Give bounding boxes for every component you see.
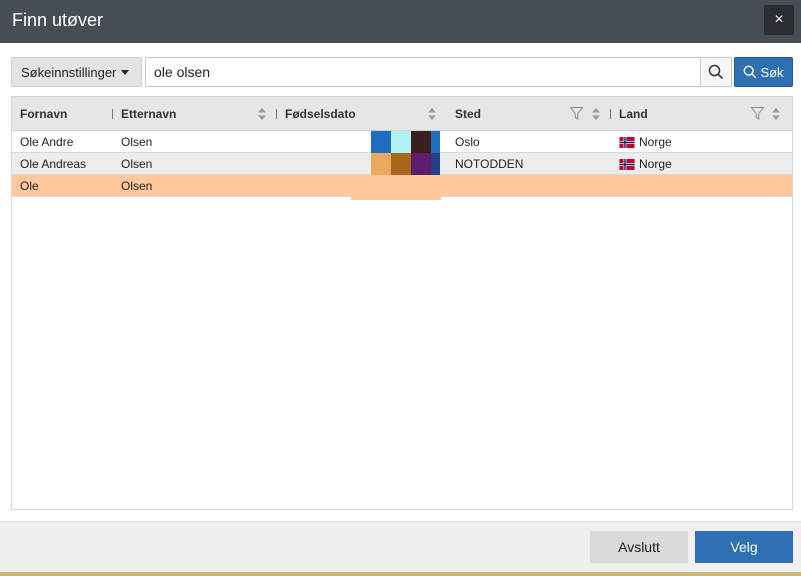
filter-icon[interactable] xyxy=(751,107,764,120)
cell-etternavn: Olsen xyxy=(121,157,153,171)
sort-icon[interactable] xyxy=(771,108,781,120)
cell-etternavn: Olsen xyxy=(121,179,153,193)
cell-etternavn: Olsen xyxy=(121,135,153,149)
cell-land: Norge xyxy=(619,131,672,153)
cell-land: Norge xyxy=(619,153,672,175)
redacted-block xyxy=(391,131,411,153)
sort-icon[interactable] xyxy=(427,108,437,120)
sort-icon[interactable] xyxy=(591,108,601,120)
dialog-title: Finn utøver xyxy=(12,10,104,30)
column-separator[interactable] xyxy=(610,109,611,119)
cell-sted: Oslo xyxy=(455,135,480,149)
redacted-block xyxy=(411,131,431,153)
redacted-block xyxy=(431,131,440,153)
grid-header: Fornavn Etternavn Fødselsdato Sted Land xyxy=(12,97,792,131)
search-icon xyxy=(744,65,757,79)
norway-flag-icon xyxy=(619,158,635,170)
column-header-etternavn[interactable]: Etternavn xyxy=(121,97,176,131)
search-button-label: Søk xyxy=(760,64,784,80)
dialog-titlebar: Finn utøver × xyxy=(0,0,801,43)
redacted-block xyxy=(371,153,391,175)
search-toolbar: Søkeinnstillinger Søk xyxy=(11,57,793,87)
close-button[interactable]: × xyxy=(764,5,794,35)
background-strip xyxy=(0,572,801,576)
close-icon: × xyxy=(774,11,784,28)
sort-icon[interactable] xyxy=(257,108,267,120)
redacted-block xyxy=(411,153,431,175)
table-row[interactable]: Ole Andreas Olsen NOTODDEN Norge xyxy=(12,153,792,175)
column-header-land[interactable]: Land xyxy=(619,97,648,131)
find-athlete-dialog: Finn utøver × Søkeinnstillinger Søk xyxy=(0,0,801,572)
search-icon-button[interactable] xyxy=(700,57,732,87)
cell-fornavn: Ole xyxy=(20,179,39,193)
redacted-block xyxy=(391,153,411,175)
column-separator[interactable] xyxy=(112,109,113,119)
filter-icon[interactable] xyxy=(570,107,583,120)
column-header-fornavn[interactable]: Fornavn xyxy=(20,97,67,131)
search-input[interactable] xyxy=(145,57,700,87)
dialog-footer: Avslutt Velg xyxy=(0,521,801,572)
search-button[interactable]: Søk xyxy=(734,57,793,87)
column-header-fodselsdato[interactable]: Fødselsdato xyxy=(285,97,356,131)
table-row[interactable]: Ole Andre Olsen Oslo Norge xyxy=(12,131,792,153)
column-header-sted[interactable]: Sted xyxy=(455,97,481,131)
cell-sted: NOTODDEN xyxy=(455,157,524,171)
cell-fornavn: Ole Andre xyxy=(20,135,74,149)
caret-down-icon xyxy=(121,69,130,75)
cell-fornavn: Ole Andreas xyxy=(20,157,87,171)
search-settings-label: Søkeinnstillinger xyxy=(21,64,117,80)
table-row-selected[interactable]: Ole Olsen xyxy=(12,175,792,200)
redacted-block xyxy=(351,175,441,200)
redacted-block xyxy=(431,153,440,175)
select-button[interactable]: Velg xyxy=(695,531,793,563)
column-separator[interactable] xyxy=(276,109,277,119)
redacted-block xyxy=(371,131,391,153)
norway-flag-icon xyxy=(619,136,635,148)
search-settings-button[interactable]: Søkeinnstillinger xyxy=(11,57,142,87)
search-icon xyxy=(708,64,724,80)
cancel-button[interactable]: Avslutt xyxy=(590,531,688,563)
results-grid: Fornavn Etternavn Fødselsdato Sted Land … xyxy=(11,96,793,510)
